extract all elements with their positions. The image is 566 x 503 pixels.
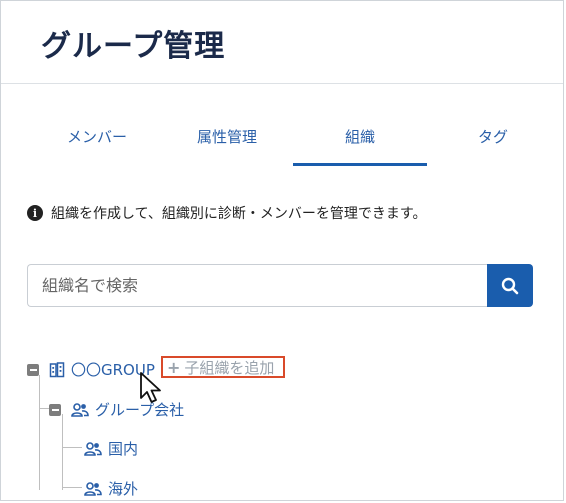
tree-connector	[62, 414, 63, 490]
tree-connector	[62, 447, 82, 448]
tab-members[interactable]: メンバー	[57, 118, 137, 166]
info-message: i 組織を作成して、組織別に診断・メンバーを管理できます。	[27, 203, 426, 223]
tree-node-overseas: 海外	[84, 478, 138, 499]
tree-node-label[interactable]: 国内	[108, 438, 138, 459]
collapse-toggle[interactable]	[49, 403, 61, 416]
tab-bar: メンバー 属性管理 組織 タグ	[1, 118, 563, 166]
plus-icon: +	[167, 357, 181, 377]
add-child-label: 子組織を追加	[184, 358, 275, 377]
search-bar	[27, 264, 533, 307]
users-icon	[71, 402, 89, 417]
add-child-organization-button[interactable]: + 子組織を追加	[161, 356, 285, 378]
search-icon	[501, 277, 519, 294]
mouse-cursor-icon	[140, 372, 161, 403]
info-icon: i	[27, 205, 43, 221]
users-icon	[84, 441, 102, 456]
tree-connector	[62, 487, 82, 488]
building-icon	[49, 361, 65, 377]
page-title: グループ管理	[41, 29, 226, 64]
tree-connector	[39, 375, 40, 490]
page-header: グループ管理	[1, 1, 563, 84]
search-input[interactable]	[27, 264, 489, 307]
tab-tags[interactable]: タグ	[453, 118, 533, 166]
users-icon	[84, 481, 102, 496]
tree-node-label[interactable]: 海外	[108, 478, 138, 499]
tree-connector	[39, 408, 49, 409]
tab-attributes[interactable]: 属性管理	[187, 118, 267, 166]
tree-node-root: 〇〇GROUP	[27, 359, 155, 380]
info-text: 組織を作成して、組織別に診断・メンバーを管理できます。	[51, 206, 427, 222]
search-button[interactable]	[487, 264, 533, 307]
tree-node-domestic: 国内	[84, 438, 138, 459]
collapse-toggle[interactable]	[27, 363, 39, 376]
tab-organization[interactable]: 組織	[293, 118, 427, 166]
